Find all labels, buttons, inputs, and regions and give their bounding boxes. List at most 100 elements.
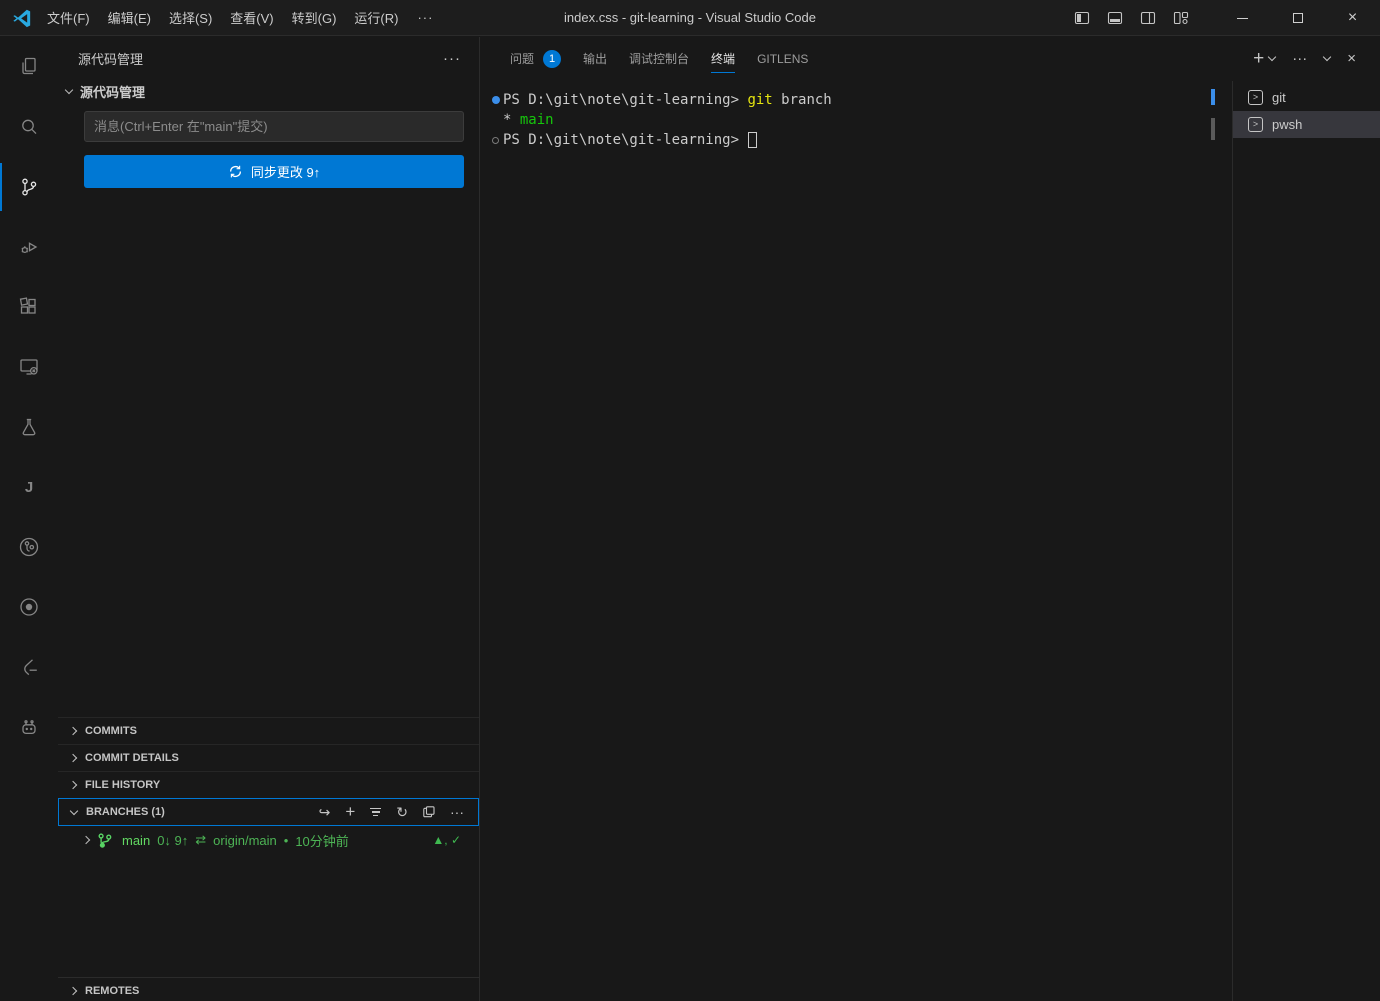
source-control-icon[interactable] <box>0 157 58 217</box>
command-decoration-icon[interactable] <box>488 96 503 104</box>
branch-row-main[interactable]: main 0↓ 9↑ ⇄ origin/main • 10分钟前 ▲, ✓ <box>58 827 479 853</box>
switch-branch-icon[interactable]: ↪ <box>319 805 331 819</box>
terminal-line: PS D:\git\note\git-learning> git branch <box>481 90 1220 110</box>
maximize-button[interactable] <box>1270 0 1325 36</box>
close-panel-icon[interactable]: × <box>1347 50 1356 67</box>
view-commits[interactable]: COMMITS <box>58 717 479 744</box>
commit-message-input[interactable] <box>84 111 464 142</box>
panel-tab-bar: 问题 1 输出 调试控制台 终端 GITLENS + ··· × <box>481 37 1380 80</box>
jupyter-icon[interactable]: J <box>0 457 58 517</box>
view-commit-details-label: COMMIT DETAILS <box>85 752 179 764</box>
scm-provider-section[interactable]: 源代码管理 <box>58 79 479 103</box>
chevron-right-icon <box>82 836 90 844</box>
menu-view[interactable]: 查看(V) <box>221 0 282 35</box>
panel-toolbar: + ··· × <box>1253 48 1380 70</box>
titlebar-right: × <box>1074 0 1380 35</box>
tab-problems[interactable]: 问题 1 <box>499 37 572 80</box>
overview-ruler-scroll-mark <box>1211 118 1215 140</box>
terminal-icon: > <box>1248 90 1263 105</box>
toggle-panel-icon[interactable] <box>1107 10 1123 26</box>
customize-layout-icon[interactable] <box>1173 10 1189 26</box>
view-commit-details[interactable]: COMMIT DETAILS <box>58 744 479 771</box>
branch-tracking-counts: 0↓ 9↑ <box>157 833 188 848</box>
minimize-icon <box>1237 18 1248 19</box>
chevron-right-icon <box>69 781 77 789</box>
explorer-icon[interactable] <box>0 37 58 97</box>
extensions-icon[interactable] <box>0 277 58 337</box>
toggle-secondary-sidebar-icon[interactable] <box>1140 10 1156 26</box>
run-debug-icon[interactable] <box>0 217 58 277</box>
view-commits-label: COMMITS <box>85 725 137 737</box>
tab-gitlens[interactable]: GITLENS <box>746 37 819 80</box>
command-decoration-icon[interactable] <box>488 137 503 144</box>
create-branch-icon[interactable]: + <box>345 805 355 819</box>
svg-text:J: J <box>25 479 33 496</box>
terminal-list-item-git[interactable]: > git <box>1233 84 1380 111</box>
hide-panel-chevron-icon[interactable] <box>1323 53 1331 61</box>
view-branches[interactable]: BRANCHES (1) ↪ + ↻ ··· <box>58 798 479 826</box>
search-icon[interactable] <box>0 97 58 157</box>
more-actions-icon[interactable]: ··· <box>450 805 464 819</box>
terminal-output[interactable]: PS D:\git\note\git-learning> git branch … <box>481 90 1220 150</box>
terminal-list-item-pwsh[interactable]: > pwsh <box>1233 111 1380 138</box>
branch-upstream: origin/main <box>213 833 277 848</box>
view-file-history[interactable]: FILE HISTORY <box>58 771 479 798</box>
clean-check-icon: ✓ <box>451 833 461 847</box>
chevron-down-icon <box>65 85 73 93</box>
gitlens-icon[interactable] <box>0 517 58 577</box>
terminal-list-item-label: git <box>1272 90 1286 105</box>
terminal-instances-list: > git > pwsh <box>1232 81 1380 1001</box>
view-as-list-icon[interactable] <box>370 808 381 817</box>
minimize-button[interactable] <box>1215 0 1270 36</box>
menu-file[interactable]: 文件(F) <box>38 0 99 35</box>
menu-goto[interactable]: 转到(G) <box>283 0 346 35</box>
window-title: index.css - git-learning - Visual Studio… <box>564 10 816 25</box>
scm-provider-label: 源代码管理 <box>80 82 145 101</box>
sync-icon <box>228 164 243 179</box>
ai-assistant-icon[interactable] <box>0 697 58 757</box>
compare-copy-icon[interactable] <box>423 806 435 818</box>
bottom-panel: 问题 1 输出 调试控制台 终端 GITLENS + ··· × PS D:\g <box>481 37 1380 1001</box>
tab-output-label: 输出 <box>583 50 607 67</box>
title-bar: 文件(F) 编辑(E) 选择(S) 查看(V) 转到(G) 运行(R) ··· … <box>0 0 1380 36</box>
view-file-history-label: FILE HISTORY <box>85 779 160 791</box>
sidebar-more-actions-icon[interactable]: ··· <box>443 50 461 67</box>
view-branches-label: BRANCHES (1) <box>86 806 165 818</box>
terminal-profile-dropdown-icon[interactable] <box>1268 53 1276 61</box>
sidebar-title: 源代码管理 <box>78 49 143 68</box>
record-icon[interactable] <box>0 577 58 637</box>
remote-explorer-icon[interactable] <box>0 337 58 397</box>
sync-changes-button[interactable]: 同步更改 9↑ <box>84 155 464 188</box>
new-terminal-icon[interactable]: + <box>1253 48 1264 70</box>
tab-terminal[interactable]: 终端 <box>700 37 746 80</box>
terminal-prompt: PS D:\git\note\git-learning> <box>503 132 747 148</box>
branch-name: main <box>122 833 150 848</box>
menu-edit[interactable]: 编辑(E) <box>99 0 160 35</box>
window-controls: × <box>1215 0 1380 35</box>
close-button[interactable]: × <box>1325 0 1380 36</box>
terminal-command: git <box>747 92 772 108</box>
menu-bar: 文件(F) 编辑(E) 选择(S) 查看(V) 转到(G) 运行(R) ··· <box>38 0 443 35</box>
panel-more-actions-icon[interactable]: ··· <box>1292 50 1307 67</box>
source-control-sidebar: 源代码管理 ··· 源代码管理 同步更改 9↑ COMMITS COMMIT D… <box>58 37 480 1001</box>
tab-output[interactable]: 输出 <box>572 37 618 80</box>
branch-list-marker: * <box>503 112 520 128</box>
chevron-right-icon <box>69 754 77 762</box>
view-remotes[interactable]: REMOTES <box>58 977 479 1001</box>
maximize-icon <box>1293 13 1303 23</box>
menu-overflow-icon[interactable]: ··· <box>407 0 443 35</box>
tab-debug-console[interactable]: 调试控制台 <box>618 37 700 80</box>
leetcode-icon[interactable] <box>0 637 58 697</box>
testing-icon[interactable] <box>0 397 58 457</box>
terminal-line: * main <box>481 110 1220 130</box>
menu-selection[interactable]: 选择(S) <box>160 0 221 35</box>
toggle-primary-sidebar-icon[interactable] <box>1074 10 1090 26</box>
sync-button-label: 同步更改 9↑ <box>251 162 320 181</box>
tab-gitlens-label: GITLENS <box>757 52 808 66</box>
terminal-icon: > <box>1248 117 1263 132</box>
chevron-right-icon <box>69 727 77 735</box>
refresh-icon[interactable]: ↻ <box>396 805 408 819</box>
menu-run[interactable]: 运行(R) <box>345 0 407 35</box>
tab-debug-console-label: 调试控制台 <box>629 50 689 67</box>
branch-status-icons: ▲, ✓ <box>432 833 461 847</box>
